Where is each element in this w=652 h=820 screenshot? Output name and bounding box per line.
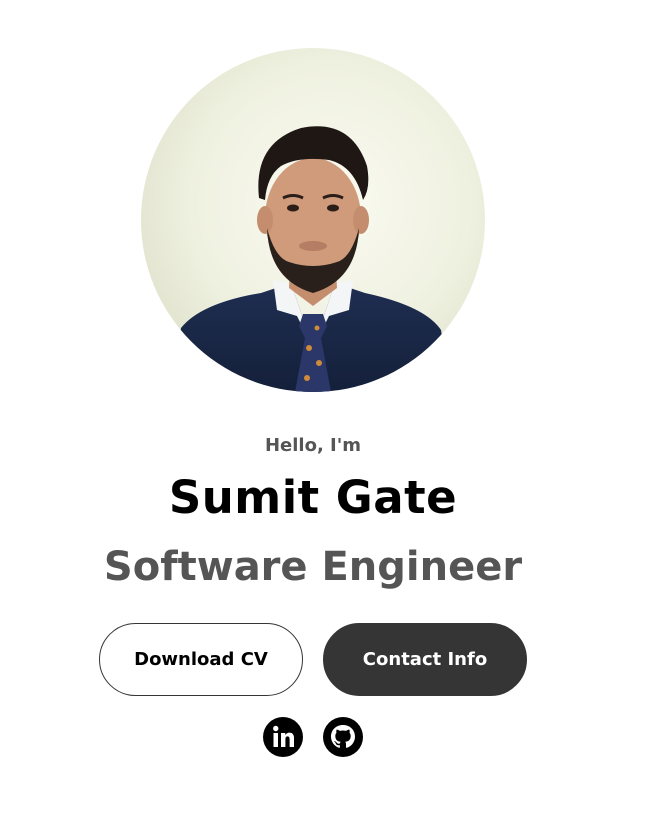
greeting-text: Hello, I'm: [264, 435, 362, 456]
github-icon: [323, 717, 363, 757]
contact-info-button[interactable]: Contact Info: [323, 623, 527, 696]
profile-section: Hello, I'm Sumit Gate Software Engineer …: [0, 0, 652, 820]
contact-info-label: Contact Info: [362, 649, 488, 670]
download-cv-label: Download CV: [134, 649, 268, 670]
profile-photo: [141, 48, 485, 392]
linkedin-icon: [263, 717, 303, 757]
linkedin-link[interactable]: [263, 717, 303, 757]
download-cv-button[interactable]: Download CV: [99, 623, 303, 696]
profile-name: Sumit Gate: [168, 471, 458, 524]
profile-photo-image: [141, 48, 485, 392]
profile-title: Software Engineer: [103, 544, 523, 590]
github-link[interactable]: [323, 717, 363, 757]
